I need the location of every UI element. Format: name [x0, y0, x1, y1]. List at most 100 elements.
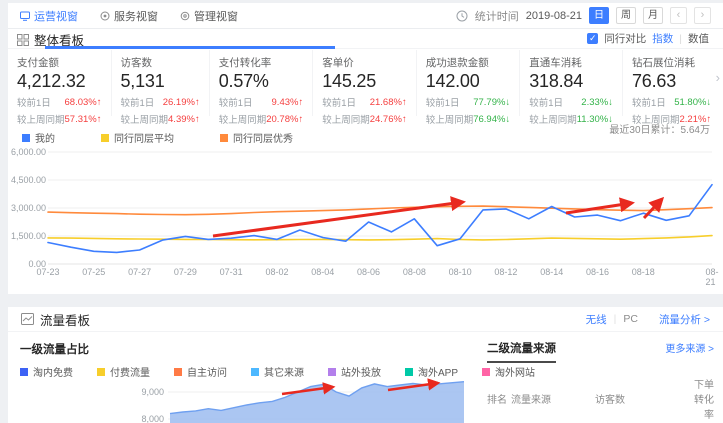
legend-label: 站外投放 — [341, 364, 381, 379]
time-controls: 统计时间 2019-08-21 日 周 月 ‹ › — [456, 7, 711, 24]
traffic-legend-item-2[interactable]: 付费流量 — [97, 364, 150, 379]
range-week-button[interactable]: 周 — [616, 7, 636, 24]
topbar-tabs: 运营视窗 服务视窗 管理视窗 — [20, 8, 238, 24]
tab-service[interactable]: 服务视窗 — [100, 8, 158, 24]
col-rank: 排名 — [487, 391, 511, 406]
y-tick-label: 1,500.00 — [4, 231, 46, 241]
peer-compare-label: 同行对比 — [604, 31, 646, 46]
mode-separator: | — [679, 33, 682, 45]
x-tick-label: 08-12 — [494, 267, 517, 277]
metrics-scroll-right-icon[interactable]: › — [716, 70, 720, 85]
legend-item-2[interactable]: 同行同层平均 — [101, 130, 174, 145]
up-arrow-icon: ↑ — [195, 114, 200, 125]
x-tick-label: 08-18 — [632, 267, 655, 277]
tab-label: 管理视窗 — [194, 8, 238, 24]
more-sources-link[interactable]: 更多来源 > — [665, 340, 714, 355]
metric-value: 76.63 — [632, 71, 711, 92]
mode-index-option[interactable]: 指数 — [652, 31, 673, 46]
down-arrow-icon: ↓ — [706, 97, 711, 108]
primary-traffic-title: 一级流量占比 — [20, 341, 89, 357]
traffic-legend-item-6[interactable]: 淘外APP — [405, 364, 458, 379]
range-month-button[interactable]: 月 — [643, 7, 663, 24]
legend-swatch-icon — [405, 368, 413, 376]
device-tab-wireless[interactable]: 无线 — [586, 312, 607, 327]
area-y-tick-label: 8,000 — [124, 414, 164, 423]
secondary-sources-tab[interactable]: 二级流量来源 — [487, 340, 556, 363]
mode-value-option[interactable]: 数值 — [688, 31, 709, 46]
metric-compare-row: 较上周同期76.94% ↓ — [426, 112, 511, 126]
up-arrow-icon: ↑ — [402, 114, 407, 125]
compare-controls: ✓ 同行对比 指数 | 数值 — [587, 31, 709, 46]
traffic-legend: 淘内免费付费流量自主访问其它来源站外投放淘外APP淘外网站 — [20, 364, 535, 379]
x-tick-label: 08-06 — [357, 267, 380, 277]
range-day-button[interactable]: 日 — [589, 7, 609, 24]
traffic-analysis-link[interactable]: 流量分析 > — [659, 312, 710, 327]
metric-compare-row: 较前1日 51.80% ↓ — [632, 95, 711, 109]
metric-value: 145.25 — [322, 71, 407, 92]
metric-card-4[interactable]: 客单价145.25较前1日21.68% ↑较上周同期24.76% ↑ — [313, 50, 417, 116]
legend-swatch-icon — [174, 368, 182, 376]
metric-compare-row: 较上周同期11.30% ↓ — [529, 112, 613, 126]
traffic-legend-item-3[interactable]: 自主访问 — [174, 364, 227, 379]
metric-title: 支付金额 — [17, 55, 102, 70]
x-tick-label: 08-10 — [449, 267, 472, 277]
tab-operations[interactable]: 运营视窗 — [20, 8, 78, 24]
metric-card-3[interactable]: 支付转化率0.57%较前1日9.43% ↑较上周同期20.78% ↑ — [210, 50, 314, 116]
col-conversion: 下单转化率 — [685, 376, 714, 421]
stat-date[interactable]: 2019-08-21 — [526, 10, 582, 22]
prev-date-button[interactable]: ‹ — [670, 7, 687, 24]
secondary-head: 二级流量来源 更多来源 > — [487, 340, 714, 363]
compare-label: 较上周同期 — [17, 112, 65, 126]
peer-compare-checkbox[interactable]: ✓ — [587, 33, 598, 44]
x-tick-label: 07-25 — [82, 267, 105, 277]
device-tab-separator: | — [614, 313, 617, 325]
x-tick-label: 08-08 — [403, 267, 426, 277]
metric-compare-row: 较前1日9.43% ↑ — [219, 95, 304, 109]
headset-icon — [100, 11, 110, 21]
tab-management[interactable]: 管理视窗 — [180, 8, 238, 24]
trend-legend: 我的 同行同层平均 同行同层优秀 — [22, 130, 293, 145]
compare-value: 51.80% — [674, 97, 706, 108]
metric-card-6[interactable]: 直通车消耗318.84较前1日2.33% ↓较上周同期11.30% ↓ — [520, 50, 623, 116]
compare-value: 11.30% — [577, 114, 609, 125]
down-arrow-icon: ↓ — [505, 114, 510, 125]
traffic-legend-item-1[interactable]: 淘内免费 — [20, 364, 73, 379]
metric-title: 直通车消耗 — [529, 55, 613, 70]
legend-item-1[interactable]: 我的 — [22, 130, 55, 145]
traffic-legend-item-5[interactable]: 站外投放 — [328, 364, 381, 379]
compare-value: 4.39% — [168, 114, 195, 125]
y-tick-label: 3,000.00 — [4, 203, 46, 213]
compare-label: 较前1日 — [121, 95, 155, 109]
traffic-legend-item-4[interactable]: 其它来源 — [251, 364, 304, 379]
metric-card-5[interactable]: 成功退款金额142.00较前1日77.79% ↓较上周同期76.94% ↓ — [417, 50, 521, 116]
up-arrow-icon: ↑ — [97, 114, 102, 125]
metric-title: 访客数 — [121, 55, 200, 70]
compare-label: 较前1日 — [322, 95, 356, 109]
legend-label: 其它来源 — [264, 364, 304, 379]
legend-swatch-icon — [20, 368, 28, 376]
y-tick-label: 6,000.00 — [4, 147, 46, 157]
x-tick-label: 07-23 — [36, 267, 59, 277]
device-tab-pc[interactable]: PC — [623, 313, 638, 325]
up-arrow-icon: ↑ — [97, 97, 102, 108]
legend-label: 付费流量 — [110, 364, 150, 379]
overall-header: 整体看板 ✓ 同行对比 指数 | 数值 — [8, 30, 723, 49]
compare-label: 较前1日 — [632, 95, 666, 109]
compare-value: 9.43% — [272, 97, 299, 108]
metric-card-1[interactable]: 支付金额4,212.32较前1日68.03% ↑较上周同期57.31% ↑ — [8, 50, 112, 116]
compare-value: 77.79% — [473, 97, 505, 108]
col-visitors: 访客数 — [573, 391, 625, 406]
compare-label: 较前1日 — [426, 95, 460, 109]
metric-compare-row: 较上周同期24.76% ↑ — [322, 112, 407, 126]
legend-swatch-icon — [101, 134, 109, 142]
traffic-title-wrap: 流量看板 — [21, 310, 90, 329]
up-arrow-icon: ↑ — [298, 97, 303, 108]
metric-card-2[interactable]: 访客数5,131较前1日26.19% ↑较上周同期4.39% ↑ — [112, 50, 210, 116]
x-tick-label: 08-21 — [705, 267, 718, 287]
metric-value: 5,131 — [121, 71, 200, 92]
next-date-button[interactable]: › — [694, 7, 711, 24]
metric-card-7[interactable]: 钻石展位消耗76.63较前1日51.80% ↓较上周同期2.21% ↑ — [623, 50, 720, 116]
compare-label: 较上周同期 — [322, 112, 370, 126]
metric-value: 318.84 — [529, 71, 613, 92]
legend-item-3[interactable]: 同行同层优秀 — [220, 130, 293, 145]
